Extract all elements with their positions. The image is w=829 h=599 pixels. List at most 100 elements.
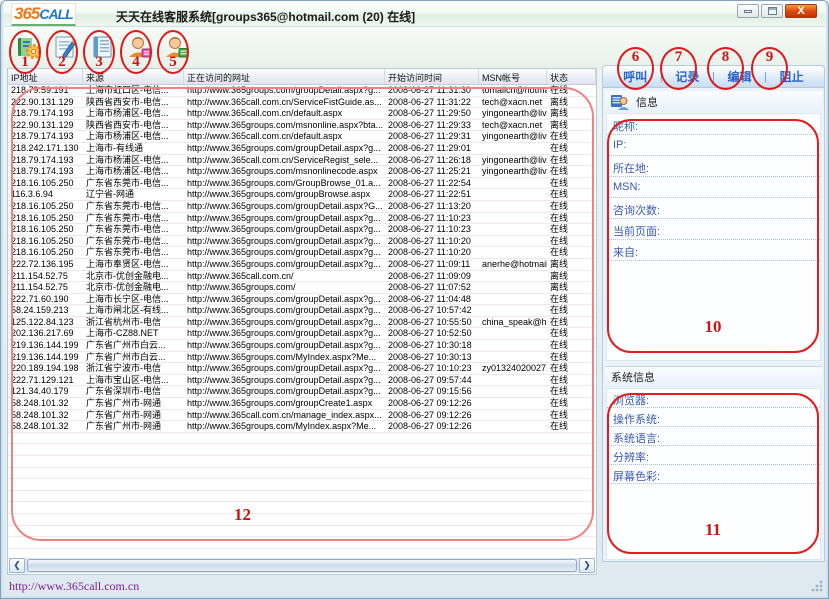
table-cell: 辽宁省-网通: [83, 189, 184, 200]
system-header-label: 系统信息: [611, 369, 655, 385]
table-cell: 218.16.105.250: [8, 236, 83, 247]
resize-grip-icon[interactable]: [811, 580, 823, 592]
table-row[interactable]: 218.16.105.250广东省东莞市-电信...http://www.365…: [8, 224, 596, 236]
column-header[interactable]: MSN帐号: [479, 69, 547, 84]
table-row[interactable]: 218.16.105.250广东省东莞市-电信...http://www.365…: [8, 178, 596, 190]
table-cell: [8, 537, 83, 548]
table-cell: http://www.365groups.com/groupCreate1.as…: [184, 398, 385, 409]
table-row[interactable]: 211.154.52.75北京市-优创金融电...http://www.365c…: [8, 271, 596, 283]
table-row[interactable]: 222.90.131.129陕西省西安市-电信...http://www.365…: [8, 97, 596, 109]
column-header[interactable]: 开始访问时间: [385, 69, 479, 84]
table-cell: [479, 178, 547, 189]
scrollbar-thumb[interactable]: [27, 559, 577, 572]
customer-pink-icon[interactable]: [126, 34, 153, 61]
table-cell: [8, 502, 83, 513]
table-cell: 在线: [547, 247, 596, 258]
settings-report-icon[interactable]: [15, 34, 42, 61]
table-row[interactable]: 58.248.101.32广东省广州市-网通http://www.365grou…: [8, 421, 596, 433]
table-row[interactable]: 218.79.174.193上海市杨浦区-电信...http://www.365…: [8, 155, 596, 167]
table-cell: 219.136.144.199: [8, 352, 83, 363]
table-row[interactable]: 218.79.59.191上海市虹口区-电信...http://www.365g…: [8, 85, 596, 97]
field-label: 浏览器:: [607, 389, 820, 408]
table-cell: http://www.365groups.com/GroupBrowse_01.…: [184, 178, 385, 189]
table-cell: [547, 549, 596, 558]
table-cell: [479, 526, 547, 537]
column-header[interactable]: 状态: [547, 69, 596, 84]
table-cell: [8, 514, 83, 525]
table-row[interactable]: 202.136.217.69上海市-CZ88.NEThttp://www.365…: [8, 328, 596, 340]
table-row[interactable]: 220.189.194.198浙江省宁波市-电信http://www.365gr…: [8, 363, 596, 375]
table-row[interactable]: 116.3.6.94辽宁省-网通http://www.365groups.com…: [8, 189, 596, 201]
table-cell: [479, 398, 547, 409]
table-cell: 陕西省西安市-电信...: [83, 97, 184, 108]
table-cell: [547, 537, 596, 548]
table-cell: [184, 549, 385, 558]
table-cell: 在线: [547, 386, 596, 397]
customer-green-icon[interactable]: [163, 34, 190, 61]
table-cell: [547, 444, 596, 455]
records-notebook-icon[interactable]: [89, 34, 116, 61]
column-header[interactable]: 来源: [83, 69, 184, 84]
minimize-icon: [744, 10, 752, 13]
table-cell: http://www.365groups.com/groupBrowse.asp…: [184, 189, 385, 200]
table-row[interactable]: 222.90.131.129陕西省西安市-电信...http://www.365…: [8, 120, 596, 132]
table-cell: 离线: [547, 120, 596, 131]
table-cell: 上海市宝山区-电信...: [83, 375, 184, 386]
table-row[interactable]: 121.34.40.179广东省深圳市-电信http://www.365grou…: [8, 386, 596, 398]
table-cell: [479, 282, 547, 293]
table-cell: [8, 456, 83, 467]
table-row[interactable]: 218.79.174.193上海市杨浦区-电信...http://www.365…: [8, 108, 596, 120]
table-row[interactable]: 211.154.52.75北京市-优创金融电...http://www.365g…: [8, 282, 596, 294]
edit-document-icon[interactable]: [52, 34, 79, 61]
table-row[interactable]: 219.136.144.199广东省广州市白云...http://www.365…: [8, 352, 596, 364]
table-row[interactable]: 218.16.105.250广东省东莞市-电信...http://www.365…: [8, 213, 596, 225]
table-row[interactable]: 58.24.159.213上海市闸北区-有线...http://www.365g…: [8, 305, 596, 317]
table-row[interactable]: 58.248.101.32广东省广州市-网通http://www.365grou…: [8, 398, 596, 410]
table-cell: 218.242.171.130: [8, 143, 83, 154]
table-cell: [8, 549, 83, 558]
table-cell: 离线: [547, 97, 596, 108]
table-cell: [547, 456, 596, 467]
scroll-left-button[interactable]: ❮: [9, 558, 25, 573]
tab-block[interactable]: 阻止: [780, 68, 804, 85]
scroll-right-button[interactable]: ❯: [579, 558, 595, 573]
system-info-box: 浏览器:操作系统:系统语言:分辨率:屏幕色彩:: [606, 388, 821, 560]
column-header[interactable]: 正在访问的网址: [184, 69, 385, 84]
horizontal-scrollbar[interactable]: ❮ ❯: [9, 558, 595, 573]
table-cell: [479, 271, 547, 282]
tab-call[interactable]: 呼叫: [623, 68, 647, 85]
table-row[interactable]: 125.122.84.123浙江省杭州市-电信http://www.365gro…: [8, 317, 596, 329]
table-row[interactable]: 218.16.105.250广东省东莞市-电信...http://www.365…: [8, 247, 596, 259]
table-row[interactable]: 58.248.101.32广东省广州市-网通http://www.365call…: [8, 410, 596, 422]
status-url-link[interactable]: http://www.365call.com.cn: [9, 579, 139, 594]
column-header[interactable]: IP地址: [8, 69, 83, 84]
tab-record[interactable]: 记录: [675, 68, 699, 85]
close-button[interactable]: X: [785, 4, 817, 18]
table-cell: [479, 375, 547, 386]
maximize-button[interactable]: [761, 4, 783, 18]
table-cell: 2008-06-27 11:31:30: [385, 85, 479, 96]
table-row[interactable]: 218.79.174.193上海市杨浦区-电信...http://www.365…: [8, 131, 596, 143]
table-cell: [184, 479, 385, 490]
table-row[interactable]: 218.16.105.250广东省东莞市-电信...http://www.365…: [8, 236, 596, 248]
minimize-button[interactable]: [737, 4, 759, 18]
table-row[interactable]: 222.71.129.121上海市宝山区-电信...http://www.365…: [8, 375, 596, 387]
table-row[interactable]: 219.136.144.199广东省广州市白云...http://www.365…: [8, 340, 596, 352]
table-row[interactable]: 218.242.171.130上海市-有线通http://www.365grou…: [8, 143, 596, 155]
table-row[interactable]: 218.79.174.193上海市杨浦区-电信...http://www.365…: [8, 166, 596, 178]
table-cell: [385, 549, 479, 558]
table-cell: [385, 537, 479, 548]
table-row[interactable]: 218.16.105.250广东省东莞市-电信...http://www.365…: [8, 201, 596, 213]
table-cell: 125.122.84.123: [8, 317, 83, 328]
table-cell: [479, 340, 547, 351]
table-cell: [385, 514, 479, 525]
table-cell: [385, 468, 479, 479]
table-cell: yingonearth@liv...: [479, 155, 547, 166]
tab-edit[interactable]: 编辑: [727, 68, 751, 85]
table-cell: [385, 479, 479, 490]
table-cell: [479, 549, 547, 558]
table-cell: 2008-06-27 09:12:26: [385, 421, 479, 432]
table-row[interactable]: 222.72.136.195上海市奉贤区-电信...http://www.365…: [8, 259, 596, 271]
table-row[interactable]: 222.71.60.190上海市长宁区-电信...http://www.365g…: [8, 294, 596, 306]
table-cell: 2008-06-27 11:29:31: [385, 131, 479, 142]
